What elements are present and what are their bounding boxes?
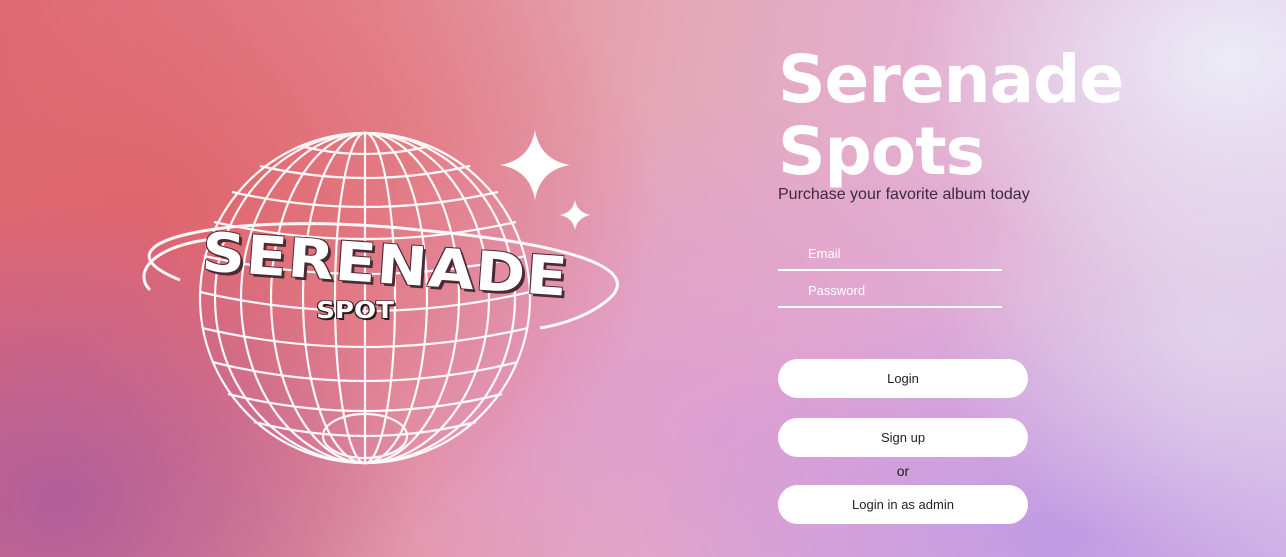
- password-field[interactable]: [778, 274, 1002, 308]
- login-page: SERENADE SPOT Serenade Spots Purchase yo…: [0, 0, 1286, 557]
- email-field[interactable]: [778, 237, 1002, 271]
- logo-subtext: SPOT: [316, 297, 394, 325]
- sparkle-icon: [500, 130, 590, 230]
- or-separator: or: [896, 463, 910, 479]
- page-title: Serenade Spots: [778, 41, 1124, 190]
- login-button[interactable]: Login: [778, 359, 1028, 398]
- page-subtitle: Purchase your favorite album today: [778, 186, 1030, 203]
- serenade-spot-logo: SERENADE SPOT: [120, 120, 640, 480]
- signup-button[interactable]: Sign up: [778, 418, 1028, 457]
- admin-login-button[interactable]: Login in as admin: [778, 485, 1028, 524]
